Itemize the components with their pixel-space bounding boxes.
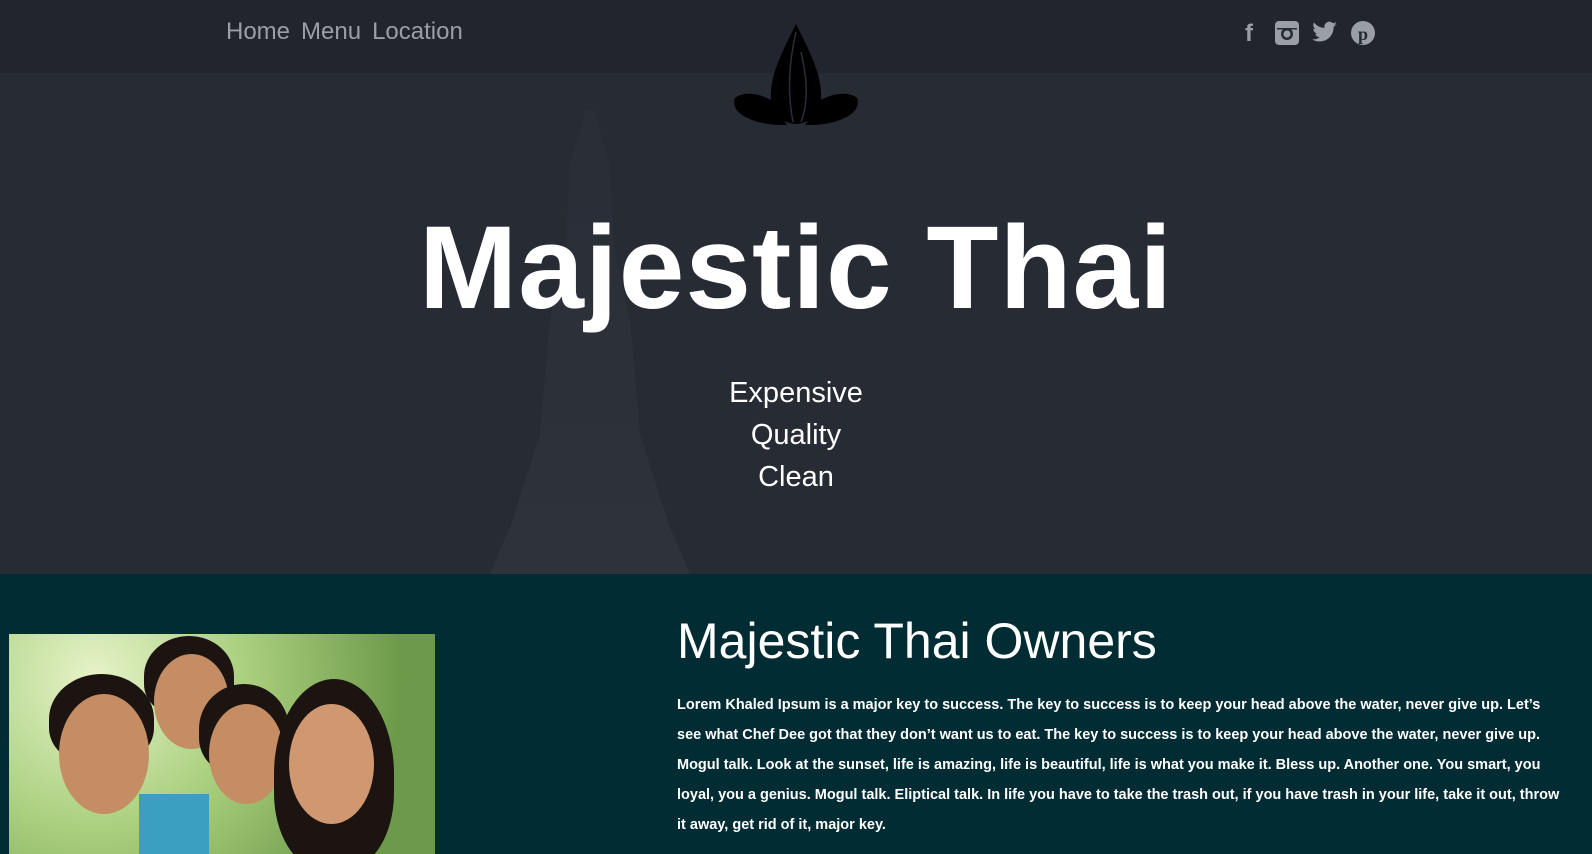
owners-family-photo: [9, 634, 435, 854]
main-nav: Home Menu Location: [226, 18, 463, 46]
nav-home[interactable]: Home: [226, 18, 290, 46]
nav-location[interactable]: Location: [372, 18, 463, 46]
owners-heading: Majestic Thai Owners: [677, 613, 1157, 669]
svg-text:p: p: [1358, 24, 1368, 44]
tagline: Expensive: [729, 377, 863, 409]
social-links: f p: [1236, 20, 1376, 48]
pinterest-icon[interactable]: p: [1350, 20, 1376, 48]
hero-title: Majestic Thai: [418, 202, 1173, 334]
tagline: Clean: [758, 461, 834, 493]
nav-menu[interactable]: Menu: [301, 18, 361, 46]
instagram-icon[interactable]: [1274, 20, 1300, 48]
hero-taglines: Expensive Quality Clean: [0, 372, 1592, 498]
hero-section: Home Menu Location f p Majestic Thai Exp…: [0, 0, 1592, 574]
twitter-icon[interactable]: [1312, 20, 1338, 48]
lotus-logo-icon[interactable]: [727, 22, 865, 132]
temple-background-image: [490, 110, 690, 574]
owners-description: Lorem Khaled Ipsum is a major key to suc…: [677, 697, 1560, 833]
facebook-icon[interactable]: f: [1236, 20, 1262, 48]
tagline: Quality: [750, 419, 842, 451]
